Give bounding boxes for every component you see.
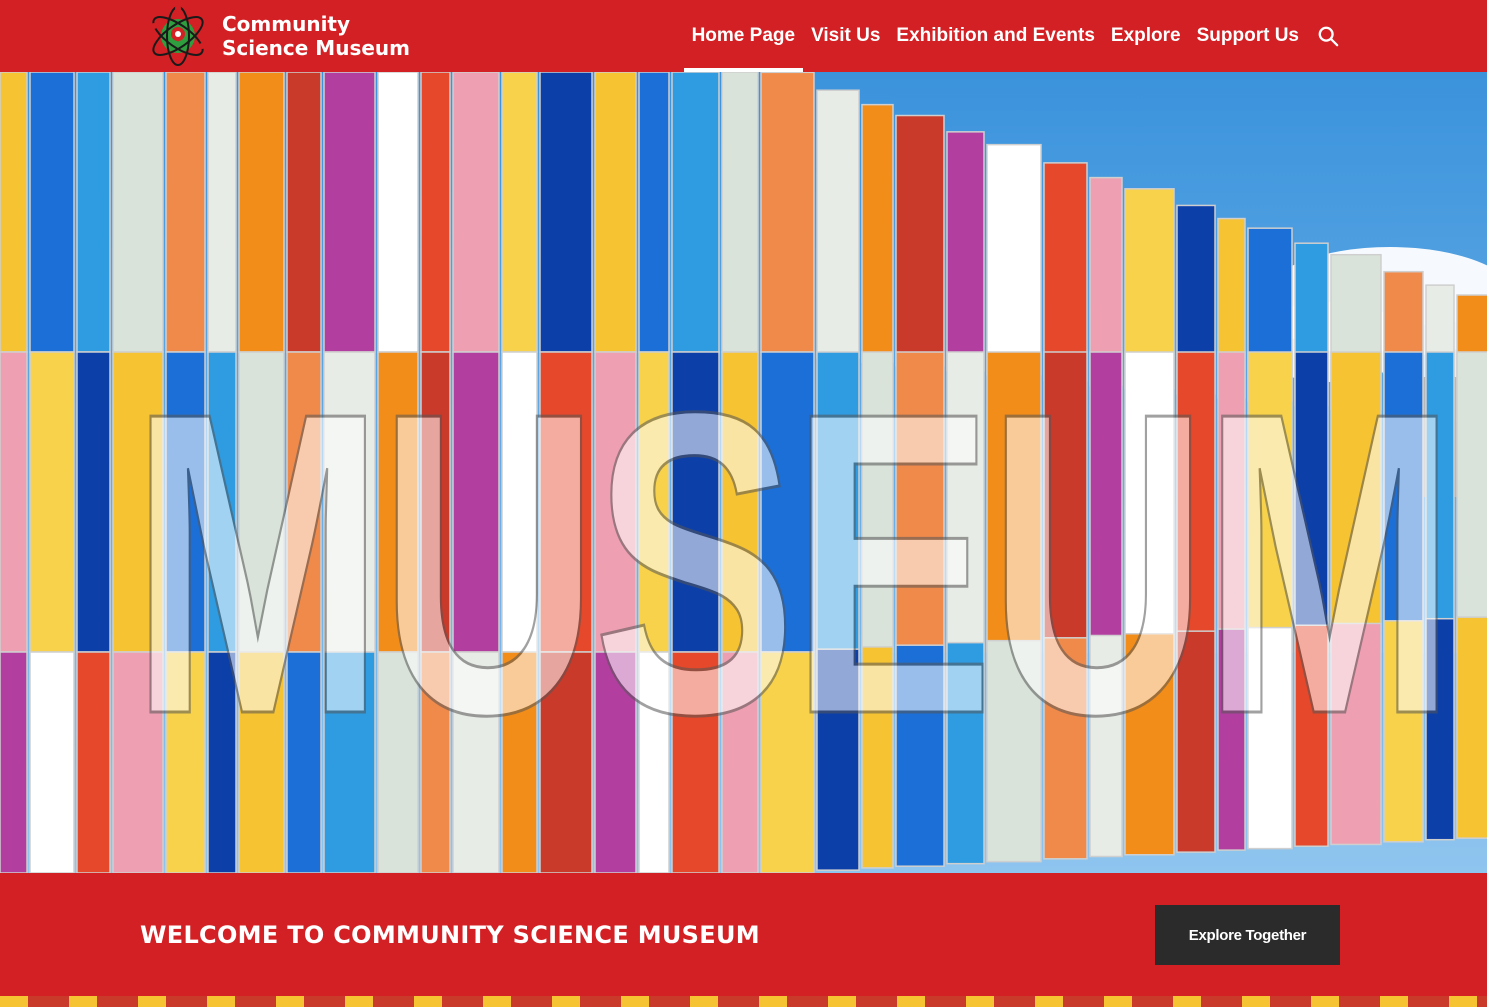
hero-image: MUSEUM xyxy=(0,72,1487,873)
welcome-heading: WELCOME TO COMMUNITY SCIENCE MUSEUM xyxy=(140,921,760,949)
next-section-peek xyxy=(0,996,1487,1007)
nav-explore[interactable]: Explore xyxy=(1103,0,1189,72)
search-icon xyxy=(1318,26,1339,47)
museum-letters: MUSEUM xyxy=(129,323,1462,806)
nav-support-us[interactable]: Support Us xyxy=(1189,0,1307,72)
site-name-line1: Community xyxy=(222,12,351,36)
svg-text:MUSEUM: MUSEUM xyxy=(130,324,1450,804)
site-name: Community Science Museum xyxy=(222,12,410,60)
site-name-line2: Science Museum xyxy=(222,36,410,60)
museum-facade-image: MUSEUM xyxy=(0,72,1487,873)
main-nav: Home Page Visit Us Exhibition and Events… xyxy=(683,0,1339,72)
nav-exhibition-and-events[interactable]: Exhibition and Events xyxy=(888,0,1102,72)
site-header: Community Science Museum Home Page Visit… xyxy=(0,0,1487,72)
search-button[interactable] xyxy=(1307,0,1339,72)
explore-together-button[interactable]: Explore Together xyxy=(1155,905,1340,965)
atom-globe-icon xyxy=(151,5,205,66)
logo[interactable]: Community Science Museum xyxy=(146,4,410,68)
nav-visit-us[interactable]: Visit Us xyxy=(803,0,888,72)
welcome-banner: WELCOME TO COMMUNITY SCIENCE MUSEUM Expl… xyxy=(0,873,1487,996)
nav-home-page[interactable]: Home Page xyxy=(683,0,804,72)
